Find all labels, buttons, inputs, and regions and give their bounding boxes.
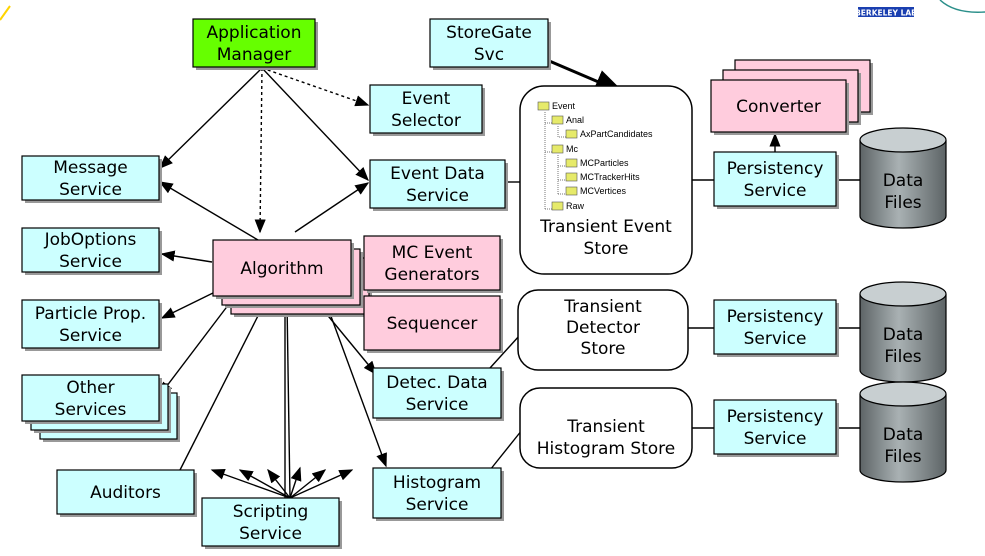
app-manager-box: ApplicationManager: [192, 18, 318, 70]
node-label: Service: [744, 181, 807, 201]
node-label: StoreGate: [446, 23, 532, 43]
node-label: Event Data: [390, 164, 485, 184]
tree-item: Anal: [566, 115, 584, 125]
node-label: Service: [59, 326, 122, 346]
node-label: Service: [744, 429, 807, 449]
node-label: Files: [884, 447, 921, 467]
node-label: Persistency: [727, 407, 824, 427]
node-label: Scripting: [233, 502, 309, 522]
svg-text:Store: Store: [581, 339, 626, 359]
data-files-2-cylinder: DataFiles: [859, 281, 947, 383]
node-label: Algorithm: [240, 259, 323, 279]
tree-item: MCTrackerHits: [580, 172, 640, 182]
node-label: Application: [207, 23, 302, 43]
node-label: Generators: [384, 265, 479, 285]
event-data-service-box: Event DataService: [369, 159, 508, 211]
node-label: JobOptions: [44, 230, 137, 250]
particle-prop-service-box: Particle Prop.Service: [21, 299, 162, 351]
converter-box: Converter: [710, 59, 873, 135]
node-label: Other: [66, 378, 114, 398]
berkeley-lab-logo: BERKELEY LAB: [855, 7, 917, 18]
node-label: Service: [239, 524, 302, 544]
histogram-service-box: HistogramService: [372, 467, 504, 521]
svg-text:Detector: Detector: [566, 318, 640, 338]
node-label: Particle Prop.: [35, 304, 146, 324]
data-files-3-cylinder: DataFiles: [859, 381, 947, 483]
tree-item: Event: [552, 101, 576, 111]
corner-decoration: [0, 5, 11, 21]
transient-event-store: Event Anal AxPartCandidatesMcMCParticles MC…: [519, 85, 693, 275]
node-label: Manager: [217, 45, 292, 65]
data-files-1-cylinder: DataFiles: [859, 127, 947, 229]
node-label: Histogram: [393, 473, 481, 493]
svg-text:Transient Event: Transient Event: [539, 217, 672, 237]
node-label: Service: [59, 252, 122, 272]
folder-icon: [565, 186, 578, 196]
folder-icon: [551, 115, 564, 125]
node-label: Persistency: [727, 307, 824, 327]
node-label: Data: [883, 171, 924, 191]
node-label: Svc: [474, 45, 504, 65]
tree-item: Raw: [566, 201, 585, 211]
transient-histogram-store: Transient Histogram Store: [519, 387, 693, 469]
persistency-1-box: PersistencyService: [713, 151, 839, 209]
storegate-box: StoreGateSvc: [429, 18, 551, 70]
folder-icon: [565, 129, 578, 139]
node-label: Converter: [736, 97, 821, 117]
svg-text:Store: Store: [584, 239, 629, 259]
node-label: Service: [406, 495, 469, 515]
logo-swoosh: [939, 0, 985, 13]
node-label: Service: [744, 329, 807, 349]
diagram-canvas: BERKELEY LAB ApplicationManagerStoreGate…: [0, 0, 985, 549]
tree-item: Mc: [566, 144, 578, 154]
svg-text:Transient: Transient: [566, 417, 645, 437]
persistency-3-box: PersistencyService: [713, 399, 839, 457]
tree-item: AxPartCandidates: [580, 129, 653, 139]
algorithm-box: Algorithm: [212, 239, 372, 317]
event-selector-box: EventSelector: [369, 84, 485, 136]
folder-icon: [537, 101, 550, 111]
node-label: Files: [884, 193, 921, 213]
node-label: Files: [884, 347, 921, 367]
folder-icon: [551, 201, 564, 211]
svg-text:Transient: Transient: [563, 297, 642, 317]
node-label: Sequencer: [387, 314, 478, 334]
tree-item: MCParticles: [580, 158, 629, 168]
node-label: Data: [883, 325, 924, 345]
tree-item: MCVertices: [580, 186, 627, 196]
node-label: Event: [402, 89, 451, 109]
node-label: Detec. Data: [386, 373, 487, 393]
gaudi-architecture-diagram: BERKELEY LAB Application Manager StoreGa…: [0, 0, 985, 556]
node-label: Service: [406, 395, 469, 415]
node-label: MC Event: [392, 243, 473, 263]
node-label: Selector: [391, 111, 461, 131]
node-label: Services: [55, 400, 127, 420]
joboptions-service-box: JobOptionsService: [21, 227, 162, 275]
node-label: Service: [406, 186, 469, 206]
auditors-box: Auditors: [56, 469, 197, 517]
other-services-box: OtherServices: [21, 374, 180, 442]
node-label: Persistency: [727, 159, 824, 179]
transient-detector-store: Transient Detector Store: [517, 289, 689, 371]
svg-text:BERKELEY LAB: BERKELEY LAB: [855, 9, 917, 18]
mc-event-generators-box: MC EventGenerators: [363, 235, 503, 293]
node-label: Data: [883, 425, 924, 445]
folder-icon: [565, 172, 578, 182]
svg-text:Histogram Store: Histogram Store: [537, 439, 676, 459]
persistency-2-box: PersistencyService: [713, 299, 839, 357]
scripting-service-box: ScriptingService: [201, 497, 342, 549]
detec-data-service-box: Detec. DataService: [372, 367, 504, 421]
folder-icon: [565, 158, 578, 168]
node-label: Auditors: [90, 483, 161, 503]
node-label: Message: [53, 158, 128, 178]
node-label: Service: [59, 180, 122, 200]
folder-icon: [551, 144, 564, 154]
sequencer-box: Sequencer: [363, 295, 503, 353]
message-service-box: MessageService: [21, 155, 162, 203]
